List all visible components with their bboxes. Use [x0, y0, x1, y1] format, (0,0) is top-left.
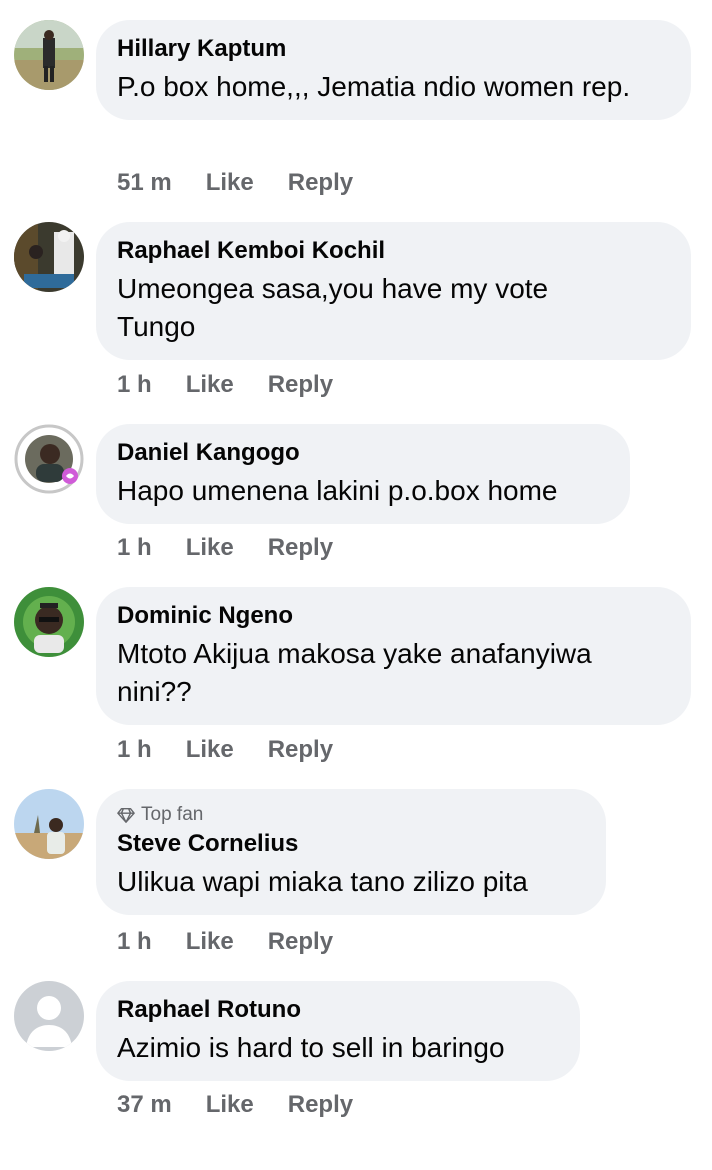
comment-author[interactable]: Raphael Kemboi Kochil	[117, 236, 669, 266]
comment-text: P.o box home,,, Jematia ndio women rep.	[117, 71, 631, 102]
comment-bubble: Raphael Rotuno Azimio is hard to sell in…	[96, 981, 580, 1081]
comment-author[interactable]: Hillary Kaptum	[117, 34, 669, 64]
like-button[interactable]: Like	[186, 927, 234, 957]
avatar[interactable]	[14, 424, 84, 494]
avatar[interactable]	[14, 789, 84, 859]
comment-author[interactable]: Dominic Ngeno	[117, 601, 669, 631]
avatar-photo	[14, 789, 84, 859]
avatar-photo	[14, 20, 84, 90]
comment-actions: 1 h Like Reply	[117, 735, 333, 765]
top-fan-label: Top fan	[141, 804, 204, 825]
comment-text: Umeongea sasa,you have my vote Tungo	[117, 273, 549, 342]
avatar-photo	[14, 424, 84, 494]
avatar[interactable]	[14, 587, 84, 657]
comment-bubble: Hillary Kaptum P.o box home,,, Jematia n…	[96, 20, 691, 120]
comment-actions: 51 m Like Reply	[117, 168, 353, 198]
comment-time[interactable]: 37 m	[117, 1090, 172, 1120]
reply-button[interactable]: Reply	[288, 1090, 353, 1120]
avatar[interactable]	[14, 222, 84, 292]
reply-button[interactable]: Reply	[268, 533, 333, 563]
reply-button[interactable]: Reply	[288, 168, 353, 198]
comment-time[interactable]: 1 h	[117, 735, 152, 765]
comment-text: Hapo umenena lakini p.o.box home	[117, 475, 558, 506]
avatar-photo	[14, 587, 84, 657]
comment-bubble: Dominic Ngeno Mtoto Akijua makosa yake a…	[96, 587, 691, 725]
avatar[interactable]	[14, 20, 84, 90]
comment-actions: 1 h Like Reply	[117, 927, 333, 957]
comment-time[interactable]: 1 h	[117, 533, 152, 563]
like-button[interactable]: Like	[206, 1090, 254, 1120]
avatar[interactable]	[14, 981, 84, 1051]
comment-text: Azimio is hard to sell in baringo	[117, 1032, 505, 1063]
comment-actions: 37 m Like Reply	[117, 1090, 353, 1120]
like-button[interactable]: Like	[186, 370, 234, 400]
reply-button[interactable]: Reply	[268, 735, 333, 765]
like-button[interactable]: Like	[186, 533, 234, 563]
avatar-photo	[14, 222, 84, 292]
like-button[interactable]: Like	[206, 168, 254, 198]
like-button[interactable]: Like	[186, 735, 234, 765]
comment-author[interactable]: Raphael Rotuno	[117, 995, 558, 1025]
top-fan-badge: Top fan	[117, 803, 584, 827]
comment-actions: 1 h Like Reply	[117, 370, 333, 400]
reply-button[interactable]: Reply	[268, 370, 333, 400]
comment-actions: 1 h Like Reply	[117, 533, 333, 563]
comment-bubble: Raphael Kemboi Kochil Umeongea sasa,you …	[96, 222, 691, 360]
comment-author[interactable]: Daniel Kangogo	[117, 438, 608, 468]
comment-time[interactable]: 1 h	[117, 370, 152, 400]
comment-bubble: Daniel Kangogo Hapo umenena lakini p.o.b…	[96, 424, 630, 524]
comment-time[interactable]: 1 h	[117, 927, 152, 957]
comment-author[interactable]: Steve Cornelius	[117, 829, 584, 859]
comment-text: Mtoto Akijua makosa yake anafanyiwa nini…	[117, 638, 592, 707]
diamond-icon	[117, 807, 135, 823]
comment-text: Ulikua wapi miaka tano zilizo pita	[117, 866, 528, 897]
comment-bubble: Top fan Steve Cornelius Ulikua wapi miak…	[96, 789, 606, 915]
comment-time[interactable]: 51 m	[117, 168, 172, 198]
default-avatar-icon	[14, 981, 84, 1051]
reply-button[interactable]: Reply	[268, 927, 333, 957]
